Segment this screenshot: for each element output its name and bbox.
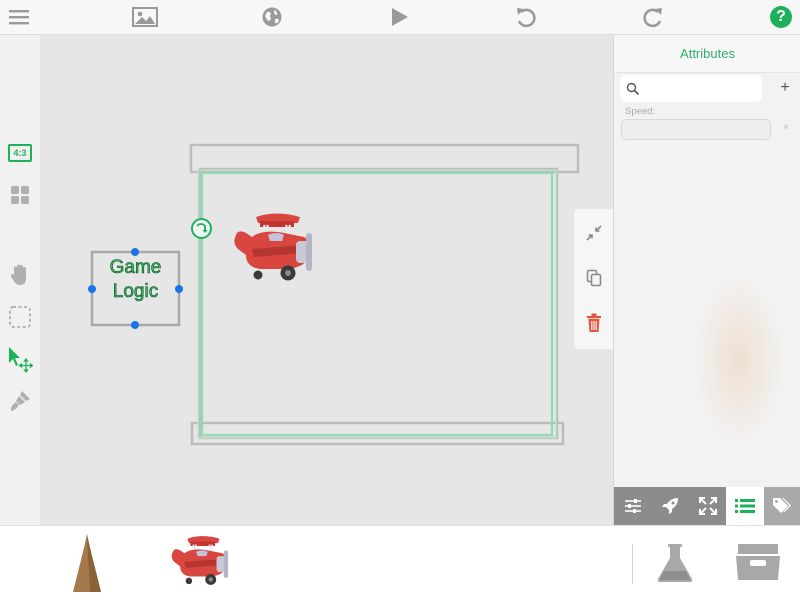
expand-icon[interactable] bbox=[689, 487, 726, 525]
editor-app: ? 4:3 Game Logic Attributes + Speed: × bbox=[0, 0, 800, 600]
rotate-handle[interactable] bbox=[190, 217, 213, 240]
add-attribute-button[interactable]: + bbox=[775, 78, 795, 98]
game-logic-line1: Game bbox=[109, 257, 162, 279]
game-logic-label: Game Logic bbox=[92, 256, 179, 304]
search-input[interactable] bbox=[642, 75, 758, 102]
pointer-move-icon[interactable] bbox=[6, 345, 34, 373]
left-tool-column: 4:3 bbox=[0, 35, 40, 525]
scene-canvas[interactable]: Game Logic bbox=[40, 35, 613, 525]
rocket-icon[interactable] bbox=[651, 487, 688, 525]
image-icon[interactable] bbox=[131, 4, 159, 30]
biplane-sprite[interactable] bbox=[170, 534, 234, 590]
grid-icon[interactable] bbox=[6, 181, 34, 209]
speed-label: Speed: bbox=[625, 106, 656, 117]
aspect-ratio-icon: 4:3 bbox=[8, 144, 32, 162]
sliders-icon[interactable] bbox=[614, 487, 651, 525]
hand-icon[interactable] bbox=[6, 261, 34, 289]
marquee-select-icon[interactable] bbox=[6, 303, 34, 331]
globe-icon[interactable] bbox=[258, 4, 286, 30]
aspect-ratio-label: 4:3 bbox=[13, 148, 27, 158]
panel-tab-bar bbox=[614, 487, 800, 525]
actor-tray bbox=[0, 525, 800, 600]
biplane-actor[interactable] bbox=[232, 211, 320, 287]
attribute-search bbox=[620, 75, 762, 102]
game-logic-line2: Logic bbox=[112, 281, 159, 303]
play-icon[interactable] bbox=[385, 4, 413, 30]
search-icon bbox=[626, 82, 640, 96]
lab-flask-icon[interactable] bbox=[655, 542, 695, 584]
help-button[interactable]: ? bbox=[767, 4, 795, 30]
mountain-sprite[interactable] bbox=[70, 532, 104, 594]
speed-field[interactable] bbox=[621, 119, 771, 140]
trash-icon[interactable] bbox=[583, 312, 605, 334]
brush-icon[interactable] bbox=[6, 387, 34, 415]
handle-bottom[interactable] bbox=[131, 321, 139, 329]
speed-clear-button[interactable]: × bbox=[779, 122, 793, 136]
attributes-title: Attributes bbox=[614, 35, 800, 73]
aspect-ratio-button[interactable]: 4:3 bbox=[6, 139, 34, 167]
duplicate-icon[interactable] bbox=[583, 267, 605, 289]
rotate-icon bbox=[191, 218, 212, 239]
attributes-panel: Attributes + Speed: × bbox=[613, 35, 800, 525]
help-glyph: ? bbox=[776, 8, 786, 25]
panel-background-glow bbox=[694, 275, 784, 445]
menu-icon[interactable] bbox=[5, 4, 33, 30]
archive-drawer-icon[interactable] bbox=[734, 542, 782, 582]
selection-floating-tools bbox=[574, 209, 613, 349]
top-toolbar: ? bbox=[0, 0, 800, 35]
redo-icon[interactable] bbox=[639, 4, 667, 30]
list-icon[interactable] bbox=[726, 487, 764, 525]
tags-icon[interactable] bbox=[763, 487, 800, 525]
handle-top[interactable] bbox=[131, 248, 139, 256]
scene-outline bbox=[198, 167, 559, 440]
collapse-icon[interactable] bbox=[583, 222, 605, 244]
bottom-boundary bbox=[190, 421, 565, 446]
tray-divider bbox=[632, 544, 633, 584]
undo-icon[interactable] bbox=[512, 4, 540, 30]
biplane-sprite bbox=[234, 213, 312, 281]
